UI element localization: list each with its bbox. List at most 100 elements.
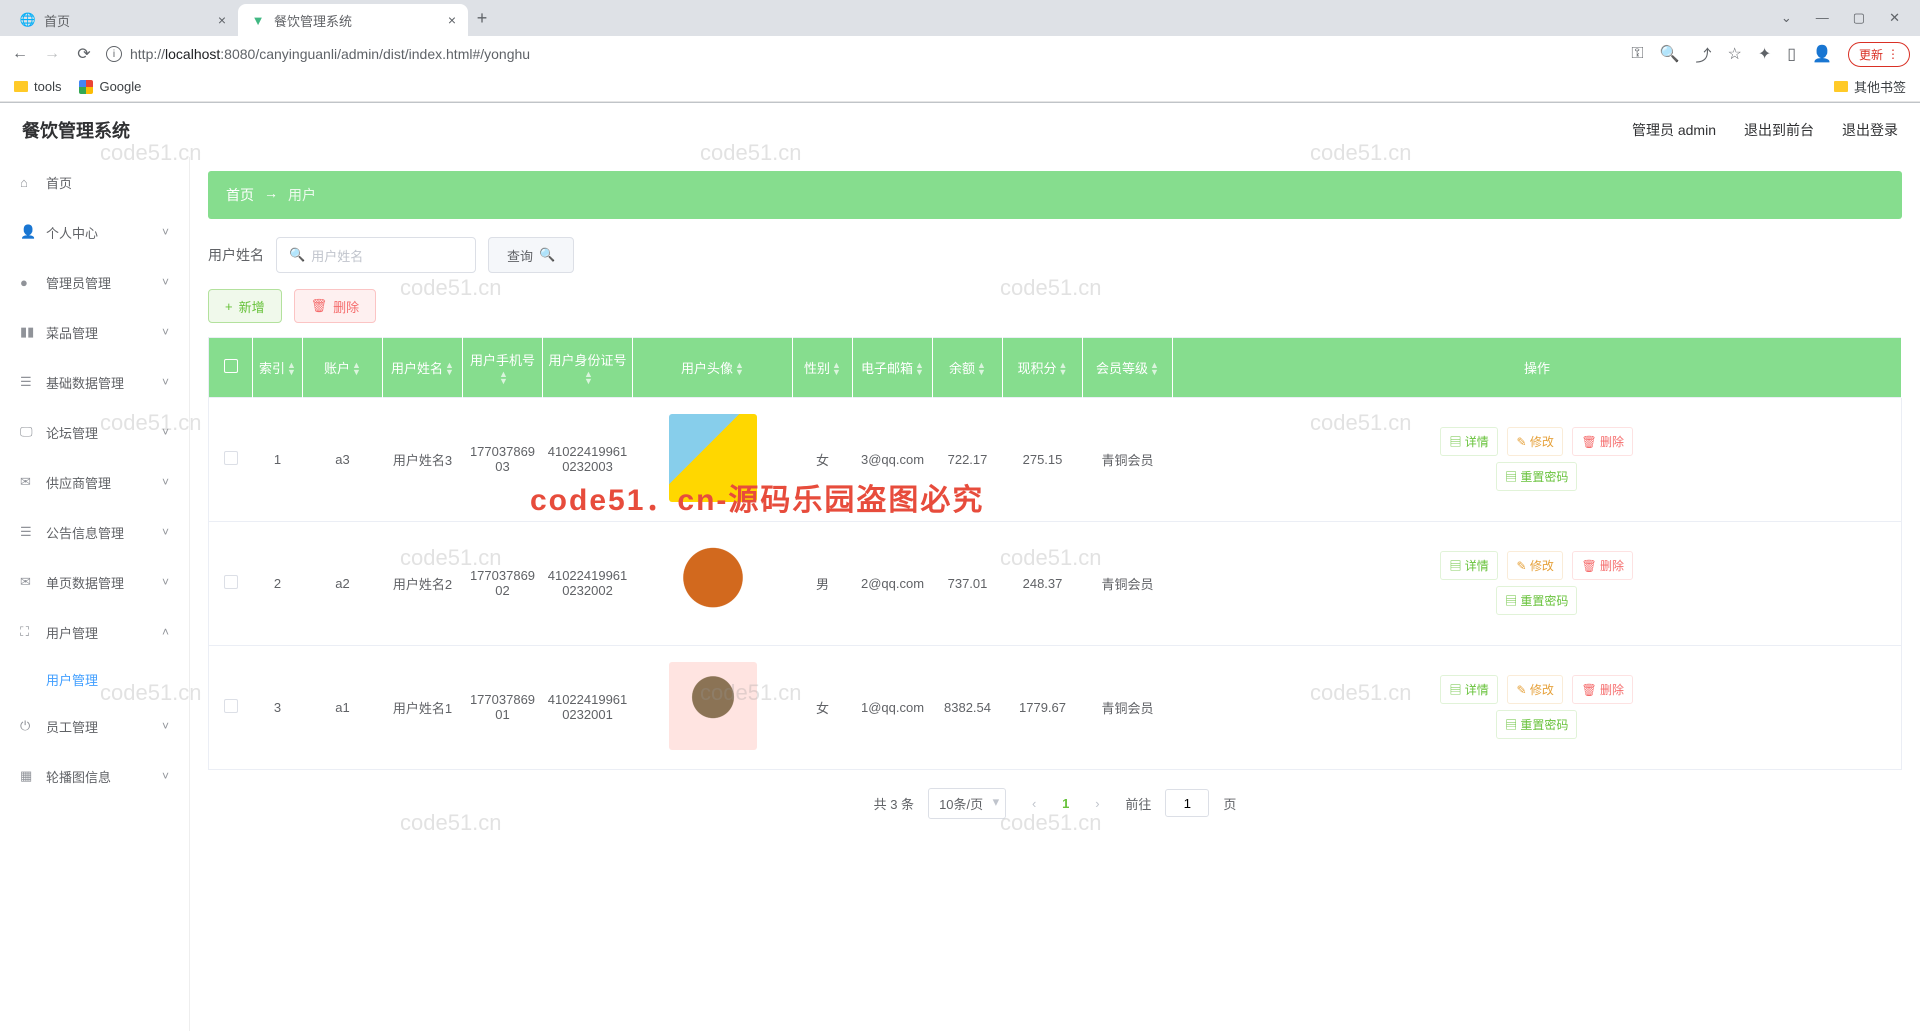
- add-button[interactable]: +新增: [208, 289, 282, 323]
- panel-icon[interactable]: ▯: [1787, 44, 1796, 64]
- sidebar-item-11[interactable]: ▦轮播图信息˅: [0, 751, 189, 801]
- detail-button[interactable]: ▤ 详情: [1440, 551, 1497, 580]
- new-tab-button[interactable]: +: [468, 8, 496, 29]
- sort-icon[interactable]: ▲▼: [915, 362, 924, 376]
- sidebar-item-5[interactable]: 🖵论坛管理˅: [0, 407, 189, 457]
- row-checkbox[interactable]: [224, 699, 238, 713]
- back-icon[interactable]: ←: [10, 45, 30, 63]
- update-button[interactable]: 更新 ⋮: [1848, 42, 1910, 67]
- cell-balance: 722.17: [933, 397, 1003, 521]
- search-placeholder: 用户姓名: [311, 246, 363, 265]
- reload-icon[interactable]: ⟳: [74, 44, 94, 64]
- col-header-1[interactable]: 索引▲▼: [253, 338, 303, 398]
- sort-icon[interactable]: ▲▼: [445, 362, 454, 376]
- sort-icon[interactable]: ▲▼: [832, 362, 841, 376]
- next-page-icon[interactable]: ›: [1083, 789, 1111, 817]
- minimize-icon[interactable]: —: [1816, 10, 1829, 26]
- avatar-image: [669, 538, 757, 626]
- bookmark-tools[interactable]: tools: [14, 79, 61, 94]
- sidebar-item-8[interactable]: ✉单页数据管理˅: [0, 557, 189, 607]
- row-delete-button[interactable]: 🗑 删除: [1572, 551, 1633, 580]
- sidebar-item-1[interactable]: 👤个人中心˅: [0, 207, 189, 257]
- bookmark-other[interactable]: 其他书签: [1834, 77, 1906, 96]
- search-button[interactable]: 查询🔍: [488, 237, 574, 273]
- bookmark-google[interactable]: Google: [79, 79, 141, 94]
- sort-icon[interactable]: ▲▼: [499, 371, 508, 385]
- menu-label: 供应商管理: [46, 473, 111, 492]
- reset-password-button[interactable]: ▤ 重置密码: [1496, 710, 1577, 739]
- col-header-6[interactable]: 用户头像▲▼: [633, 338, 793, 398]
- close-window-icon[interactable]: ✕: [1889, 10, 1900, 26]
- close-icon[interactable]: ×: [448, 12, 456, 28]
- detail-button[interactable]: ▤ 详情: [1440, 427, 1497, 456]
- plus-icon: +: [225, 299, 233, 314]
- reset-password-button[interactable]: ▤ 重置密码: [1496, 462, 1577, 491]
- sort-icon[interactable]: ▲▼: [1059, 362, 1068, 376]
- extension-icon[interactable]: ✦: [1758, 44, 1771, 64]
- cell-level: 青铜会员: [1083, 521, 1173, 645]
- detail-button[interactable]: ▤ 详情: [1440, 675, 1497, 704]
- col-header-12[interactable]: 操作: [1173, 338, 1902, 398]
- reset-password-button[interactable]: ▤ 重置密码: [1496, 586, 1577, 615]
- sidebar-item-0[interactable]: ⌂首页: [0, 157, 189, 207]
- key-icon[interactable]: ⚿: [1631, 45, 1643, 63]
- chevron-down-icon[interactable]: ⌄: [1781, 10, 1792, 26]
- address-bar[interactable]: i http://localhost:8080/canyinguanli/adm…: [106, 46, 1619, 62]
- to-front-link[interactable]: 退出到前台: [1744, 120, 1814, 140]
- col-header-4[interactable]: 用户手机号▲▼: [463, 338, 543, 398]
- logout-link[interactable]: 退出登录: [1842, 120, 1898, 140]
- sidebar-item-7[interactable]: ☰公告信息管理˅: [0, 507, 189, 557]
- edit-button[interactable]: ✎ 修改: [1507, 551, 1562, 580]
- admin-label[interactable]: 管理员 admin: [1632, 120, 1716, 140]
- browser-tab-1[interactable]: ▼ 餐饮管理系统 ×: [238, 4, 468, 36]
- site-info-icon[interactable]: i: [106, 46, 122, 62]
- menu-icon: 🖵: [20, 424, 36, 440]
- col-header-3[interactable]: 用户姓名▲▼: [383, 338, 463, 398]
- row-delete-button[interactable]: 🗑 删除: [1572, 427, 1633, 456]
- delete-button[interactable]: 🗑删除: [294, 289, 377, 323]
- close-icon[interactable]: ×: [218, 12, 226, 28]
- forward-icon[interactable]: →: [42, 45, 62, 63]
- page-size-select[interactable]: 10条/页: [928, 788, 1006, 819]
- sidebar-subitem[interactable]: 用户管理: [0, 657, 189, 701]
- col-header-9[interactable]: 余额▲▼: [933, 338, 1003, 398]
- sort-icon[interactable]: ▲▼: [735, 362, 744, 376]
- search-input[interactable]: 🔍 用户姓名: [276, 237, 476, 273]
- sidebar-item-9[interactable]: ⛶用户管理˄: [0, 607, 189, 657]
- sort-icon[interactable]: ▲▼: [584, 371, 593, 385]
- sort-icon[interactable]: ▲▼: [352, 362, 361, 376]
- goto-input[interactable]: [1165, 789, 1209, 817]
- col-header-8[interactable]: 电子邮箱▲▼: [853, 338, 933, 398]
- page-number[interactable]: 1: [1062, 796, 1069, 811]
- row-checkbox[interactable]: [224, 575, 238, 589]
- browser-tab-0[interactable]: 🌐 首页 ×: [8, 4, 238, 36]
- col-header-10[interactable]: 现积分▲▼: [1003, 338, 1083, 398]
- zoom-icon[interactable]: 🔍: [1660, 44, 1680, 64]
- profile-icon[interactable]: 👤: [1812, 44, 1832, 64]
- col-header-7[interactable]: 性别▲▼: [793, 338, 853, 398]
- col-header-5[interactable]: 用户身份证号▲▼: [543, 338, 633, 398]
- maximize-icon[interactable]: ▢: [1853, 10, 1865, 26]
- edit-button[interactable]: ✎ 修改: [1507, 427, 1562, 456]
- col-header-2[interactable]: 账户▲▼: [303, 338, 383, 398]
- select-all-checkbox[interactable]: [224, 359, 238, 373]
- col-header-11[interactable]: 会员等级▲▼: [1083, 338, 1173, 398]
- sort-icon[interactable]: ▲▼: [977, 362, 986, 376]
- row-delete-button[interactable]: 🗑 删除: [1572, 675, 1633, 704]
- menu-icon: ☰: [20, 374, 36, 390]
- sidebar-item-6[interactable]: ✉供应商管理˅: [0, 457, 189, 507]
- sidebar-item-4[interactable]: ☰基础数据管理˅: [0, 357, 189, 407]
- share-icon[interactable]: ⤴: [1695, 42, 1711, 66]
- cell-ops: ▤ 详情 ✎ 修改 🗑 删除 ▤ 重置密码: [1173, 397, 1902, 521]
- sidebar-item-3[interactable]: ▮▮菜品管理˅: [0, 307, 189, 357]
- edit-button[interactable]: ✎ 修改: [1507, 675, 1562, 704]
- prev-page-icon[interactable]: ‹: [1020, 789, 1048, 817]
- star-icon[interactable]: ☆: [1728, 44, 1742, 64]
- row-checkbox[interactable]: [224, 451, 238, 465]
- cell-avatar: [633, 397, 793, 521]
- sidebar-item-2[interactable]: ●管理员管理˅: [0, 257, 189, 307]
- breadcrumb-home[interactable]: 首页: [226, 185, 254, 205]
- sort-icon[interactable]: ▲▼: [287, 362, 296, 376]
- sidebar-item-10[interactable]: ⏻员工管理˅: [0, 701, 189, 751]
- sort-icon[interactable]: ▲▼: [1150, 362, 1159, 376]
